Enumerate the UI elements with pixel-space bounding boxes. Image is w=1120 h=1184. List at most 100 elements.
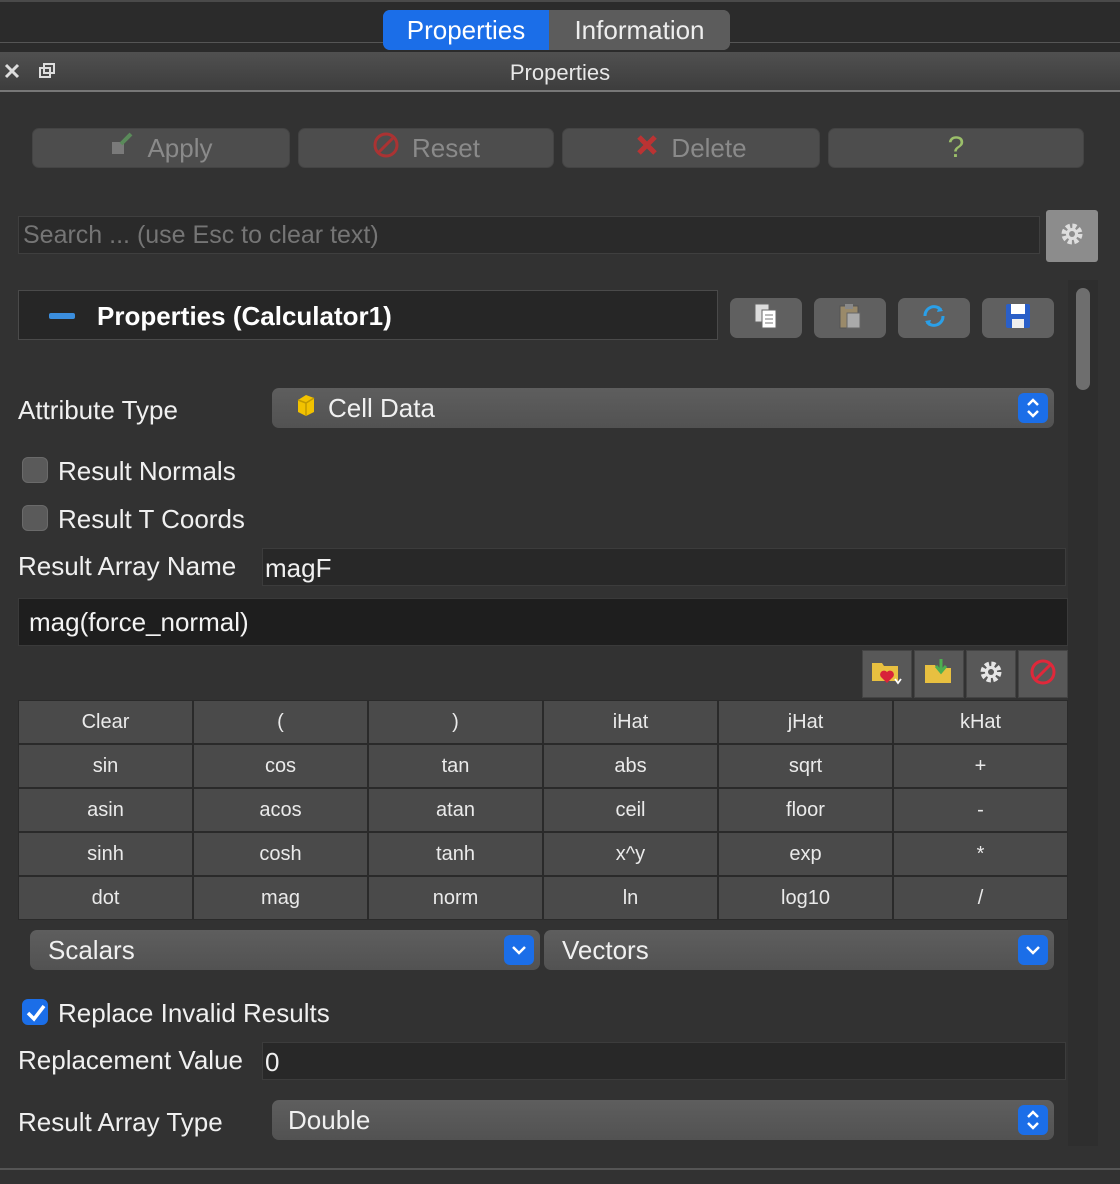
replace-invalid-checkbox[interactable]	[22, 999, 48, 1025]
calc-button-cos[interactable]: cos	[194, 745, 367, 787]
reset-label: Reset	[412, 132, 480, 163]
dock-title: Properties	[509, 60, 611, 85]
calc-button-open-paren[interactable]: (	[194, 701, 367, 743]
replace-invalid-label: Replace Invalid Results	[58, 998, 330, 1028]
calc-button-atan[interactable]: atan	[369, 789, 542, 831]
scalars-value: Scalars	[48, 934, 135, 965]
copy-icon	[751, 301, 781, 336]
calc-button-mag[interactable]: mag	[194, 877, 367, 919]
section-title: Properties (Calculator1)	[97, 301, 392, 331]
dock-title-bar: Properties	[0, 52, 1120, 92]
calc-button-exp[interactable]: exp	[719, 833, 892, 875]
bottom-divider	[0, 1168, 1120, 1170]
help-label: ?	[947, 131, 965, 164]
no-entry-icon	[1029, 658, 1057, 691]
expression-settings-button[interactable]	[966, 650, 1016, 698]
help-button[interactable]: ?	[828, 128, 1084, 168]
copy-button[interactable]	[730, 298, 802, 338]
scalars-select[interactable]: Scalars	[30, 930, 540, 970]
result-tcoords-label: Result T Coords	[58, 504, 245, 534]
apply-button[interactable]: Apply	[32, 128, 290, 168]
save-defaults-button[interactable]	[982, 298, 1054, 338]
tab-group: Properties Information	[383, 10, 730, 50]
expression-field[interactable]: mag(force_normal)	[18, 598, 1068, 646]
paste-button[interactable]	[814, 298, 886, 338]
calc-button-asin[interactable]: asin	[19, 789, 192, 831]
calc-button-floor[interactable]: floor	[719, 789, 892, 831]
result-array-type-label: Result Array Type	[18, 1107, 223, 1137]
calc-button-sin[interactable]: sin	[19, 745, 192, 787]
replacement-value-label: Replacement Value	[18, 1045, 243, 1075]
result-normals-checkbox[interactable]	[22, 457, 48, 483]
calc-button-acos[interactable]: acos	[194, 789, 367, 831]
dock-tab-bar: Properties Information	[0, 0, 1120, 52]
calc-button-ihat[interactable]: iHat	[544, 701, 717, 743]
vectors-value: Vectors	[562, 934, 649, 965]
calc-button-abs[interactable]: abs	[544, 745, 717, 787]
delete-icon	[635, 133, 659, 164]
result-array-name-field[interactable]: magF	[262, 548, 1066, 586]
calc-button-ln[interactable]: ln	[544, 877, 717, 919]
replacement-value-field[interactable]: 0	[262, 1042, 1066, 1080]
calc-button-sqrt[interactable]: sqrt	[719, 745, 892, 787]
reset-button[interactable]: Reset	[298, 128, 554, 168]
calc-button-plus[interactable]: +	[894, 745, 1067, 787]
cell-data-icon	[294, 392, 318, 425]
calc-button-sinh[interactable]: sinh	[19, 833, 192, 875]
paste-icon	[835, 301, 865, 336]
calc-button-multiply[interactable]: *	[894, 833, 1067, 875]
folder-heart-icon	[870, 657, 904, 692]
apply-label: Apply	[147, 132, 213, 163]
calc-button-minus[interactable]: -	[894, 789, 1067, 831]
calc-button-clear[interactable]: Clear	[19, 701, 192, 743]
gear-icon	[977, 658, 1005, 691]
scrollbar-thumb[interactable]	[1076, 288, 1090, 390]
attribute-type-value: Cell Data	[328, 392, 435, 423]
vectors-select[interactable]: Vectors	[544, 930, 1054, 970]
updown-arrow-icon	[1018, 1105, 1048, 1135]
result-tcoords-checkbox[interactable]	[22, 505, 48, 531]
calc-button-power[interactable]: x^y	[544, 833, 717, 875]
calculator-keypad: Clear ( ) iHat jHat kHat sin cos tan abs…	[18, 700, 1068, 920]
calc-button-cosh[interactable]: cosh	[194, 833, 367, 875]
advanced-settings-button[interactable]	[1046, 210, 1098, 262]
favorites-button[interactable]	[862, 650, 912, 698]
result-normals-label: Result Normals	[58, 456, 236, 486]
calc-button-tanh[interactable]: tanh	[369, 833, 542, 875]
restore-defaults-button[interactable]	[898, 298, 970, 338]
calc-button-tan[interactable]: tan	[369, 745, 542, 787]
calc-button-log10[interactable]: log10	[719, 877, 892, 919]
calc-button-khat[interactable]: kHat	[894, 701, 1067, 743]
calc-button-norm[interactable]: norm	[369, 877, 542, 919]
delete-label: Delete	[671, 132, 747, 163]
apply-icon	[109, 132, 135, 165]
result-array-name-label: Result Array Name	[18, 551, 237, 581]
calc-button-dot[interactable]: dot	[19, 877, 192, 919]
search-input[interactable]	[18, 216, 1040, 254]
result-array-type-select[interactable]: Double	[272, 1100, 1054, 1140]
delete-button[interactable]: Delete	[562, 128, 820, 168]
reset-icon	[372, 131, 400, 166]
calc-button-divide[interactable]: /	[894, 877, 1067, 919]
result-array-type-value: Double	[288, 1104, 371, 1135]
chevron-down-icon	[504, 935, 534, 965]
chevron-down-icon	[1018, 935, 1048, 965]
checkmark-icon	[26, 1004, 46, 1022]
properties-section-header[interactable]: Properties (Calculator1)	[18, 290, 718, 340]
updown-arrow-icon	[1018, 393, 1048, 423]
attribute-type-label: Attribute Type	[18, 395, 178, 425]
tab-information[interactable]: Information	[549, 10, 730, 50]
calc-button-jhat[interactable]: jHat	[719, 701, 892, 743]
attribute-type-select[interactable]: Cell Data	[272, 388, 1054, 428]
refresh-icon	[919, 301, 949, 336]
gear-icon	[1058, 220, 1086, 253]
calc-button-close-paren[interactable]: )	[369, 701, 542, 743]
save-icon	[1003, 301, 1033, 336]
save-expression-button[interactable]	[914, 650, 964, 698]
collapse-icon[interactable]	[49, 313, 75, 319]
calc-button-ceil[interactable]: ceil	[544, 789, 717, 831]
clear-expression-button[interactable]	[1018, 650, 1068, 698]
vertical-scrollbar[interactable]	[1068, 280, 1098, 1146]
folder-download-icon	[923, 657, 955, 692]
tab-properties[interactable]: Properties	[383, 10, 549, 50]
